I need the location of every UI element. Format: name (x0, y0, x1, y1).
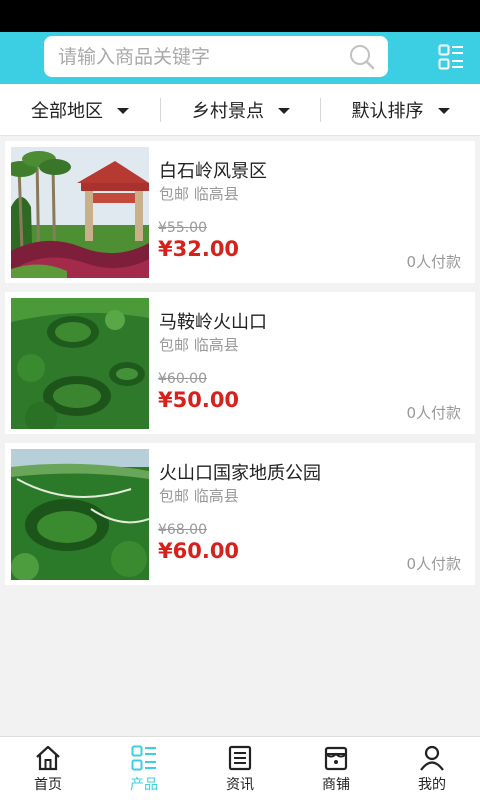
price: ¥32.00 (158, 237, 240, 261)
tab-home-label: 首页 (34, 777, 62, 793)
search-icon[interactable] (348, 43, 376, 71)
product-title: 白石岭风景区 (159, 161, 267, 182)
filter-category-label: 乡村景点 (192, 101, 264, 122)
bottom-tab-bar: 首页 产品 资讯 商铺 我的 (0, 736, 480, 800)
store-icon (324, 746, 348, 771)
search-input[interactable] (58, 36, 338, 77)
tab-products-label: 产品 (130, 777, 158, 793)
tab-home[interactable]: 首页 (0, 737, 96, 800)
product-image[interactable] (11, 147, 149, 278)
tab-store-label: 商铺 (322, 777, 350, 793)
product-image[interactable] (11, 298, 149, 429)
product-meta: 包邮 临高县 (159, 334, 239, 355)
tab-me[interactable]: 我的 (384, 737, 480, 800)
chevron-down-icon (117, 108, 129, 114)
tab-me-label: 我的 (418, 777, 446, 793)
user-icon (420, 745, 444, 771)
product-image[interactable] (11, 449, 149, 580)
product-meta: 包邮 临高县 (159, 183, 239, 204)
shipping-label: 包邮 (159, 336, 190, 354)
tab-products[interactable]: 产品 (96, 737, 192, 800)
product-card[interactable]: 白石岭风景区 包邮 临高县 ¥55.00 ¥32.00 0人付款 (5, 141, 475, 283)
tab-news[interactable]: 资讯 (192, 737, 288, 800)
shipping-label: 包邮 (159, 185, 190, 203)
product-card[interactable]: 火山口国家地质公园 包邮 临高县 ¥68.00 ¥60.00 0人付款 (5, 443, 475, 585)
product-title: 火山口国家地质公园 (159, 463, 321, 484)
sales-count: 0人付款 (406, 404, 461, 422)
location-label: 临高县 (193, 185, 239, 203)
product-card[interactable]: 马鞍岭火山口 包邮 临高县 ¥60.00 ¥50.00 0人付款 (5, 292, 475, 434)
original-price: ¥60.00 (158, 371, 207, 387)
chevron-down-icon (278, 108, 290, 114)
header-bar (0, 32, 480, 84)
filter-region-dropdown[interactable]: 全部地区 (0, 84, 160, 136)
sales-count: 0人付款 (406, 253, 461, 271)
filter-sort-label: 默认排序 (351, 101, 424, 122)
news-icon (228, 745, 252, 771)
filter-region-label: 全部地区 (31, 101, 103, 122)
filter-sort-dropdown[interactable]: 默认排序 (321, 84, 480, 136)
products-grid-icon (131, 745, 156, 771)
price: ¥60.00 (158, 539, 240, 563)
home-icon (36, 745, 60, 771)
tab-store[interactable]: 商铺 (288, 737, 384, 800)
price: ¥50.00 (158, 388, 240, 412)
original-price: ¥55.00 (158, 220, 207, 236)
chevron-down-icon (437, 108, 450, 114)
product-meta: 包邮 临高县 (159, 485, 239, 506)
original-price: ¥68.00 (158, 522, 207, 538)
sales-count: 0人付款 (406, 555, 461, 573)
product-title: 马鞍岭火山口 (159, 312, 267, 333)
filter-bar: 全部地区 乡村景点 默认排序 (0, 84, 480, 136)
category-menu-icon[interactable] (438, 44, 464, 70)
search-box[interactable] (44, 36, 388, 77)
tab-news-label: 资讯 (226, 777, 254, 793)
location-label: 临高县 (193, 336, 239, 354)
location-label: 临高县 (193, 487, 239, 505)
shipping-label: 包邮 (159, 487, 190, 505)
filter-category-dropdown[interactable]: 乡村景点 (161, 84, 321, 136)
status-bar (0, 0, 480, 32)
